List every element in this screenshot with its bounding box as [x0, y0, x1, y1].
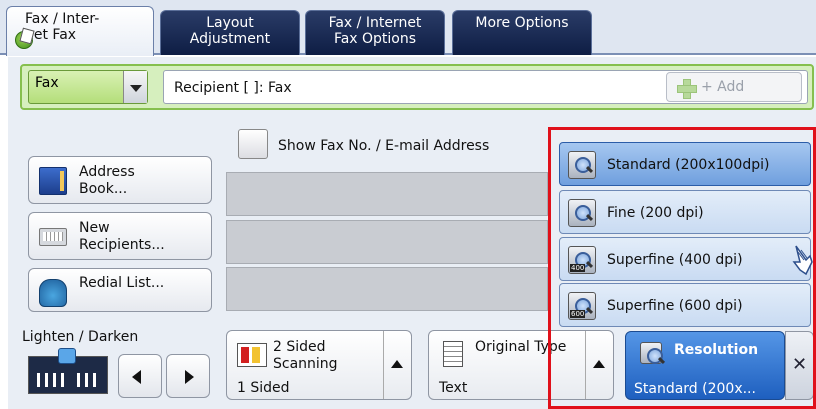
arrow-right-icon — [185, 370, 194, 384]
arrow-left-icon — [132, 370, 141, 384]
lighten-darken-label: Lighten / Darken — [22, 329, 139, 345]
redial-list-button[interactable]: Redial List... — [28, 268, 212, 312]
tab-fax-internet-fax-options[interactable]: Fax / Internet Fax Options — [305, 10, 445, 55]
tab-more-options[interactable]: More Options — [452, 10, 592, 55]
address-book-button[interactable]: Address Book... — [28, 156, 212, 204]
fax-icon — [15, 31, 33, 49]
document-icon — [443, 341, 463, 367]
two-sided-scanning-card[interactable]: 2 Sided Scanning 1 Sided — [226, 330, 412, 400]
resolution-option-standard[interactable]: Standard (200x100dpi) — [559, 142, 811, 186]
tab-fax-internet-fax[interactable]: Fax / Inter- net Fax — [6, 6, 154, 56]
tab-layout-adjustment[interactable]: Layout Adjustment — [160, 10, 300, 55]
show-fax-label: Show Fax No. / E-mail Address — [278, 138, 490, 154]
fax-screen: Fax / Inter- net Fax Layout Adjustment F… — [0, 0, 816, 409]
resolution-option-superfine-400[interactable]: 400 Superfine (400 dpi) — [559, 237, 811, 281]
magnifier-icon: 400 — [568, 246, 596, 274]
darken-button[interactable] — [166, 354, 210, 398]
keyboard-icon — [39, 228, 67, 246]
lighten-button[interactable] — [118, 354, 162, 398]
tab-bar: Fax / Inter- net Fax Layout Adjustment F… — [0, 0, 816, 56]
resolution-option-fine[interactable]: Fine (200 dpi) — [559, 190, 811, 234]
show-fax-checkbox[interactable] — [238, 129, 268, 159]
resolution-option-superfine-600[interactable]: 600 Superfine (600 dpi) — [559, 283, 811, 327]
recipient-list-row[interactable] — [226, 220, 548, 264]
recipient-list-row[interactable] — [226, 267, 548, 311]
address-book-icon — [39, 167, 67, 195]
magnifier-icon: 600 — [568, 292, 596, 320]
add-recipient-button[interactable]: + Add — [666, 72, 802, 102]
lighten-darken-slider-handle[interactable] — [58, 348, 76, 364]
new-recipients-button[interactable]: New Recipients... — [28, 212, 212, 260]
recipient-type-select[interactable]: Fax — [28, 70, 148, 104]
pointer-hand-icon — [792, 245, 813, 276]
two-sided-icon — [237, 343, 267, 367]
chevron-up-icon[interactable] — [383, 331, 411, 399]
plus-icon — [677, 79, 697, 99]
magnifier-icon — [568, 151, 596, 179]
chevron-down-icon[interactable] — [123, 71, 147, 103]
magnifier-icon — [568, 199, 596, 227]
recipient-list-row[interactable] — [226, 172, 548, 216]
phone-icon — [39, 279, 67, 307]
